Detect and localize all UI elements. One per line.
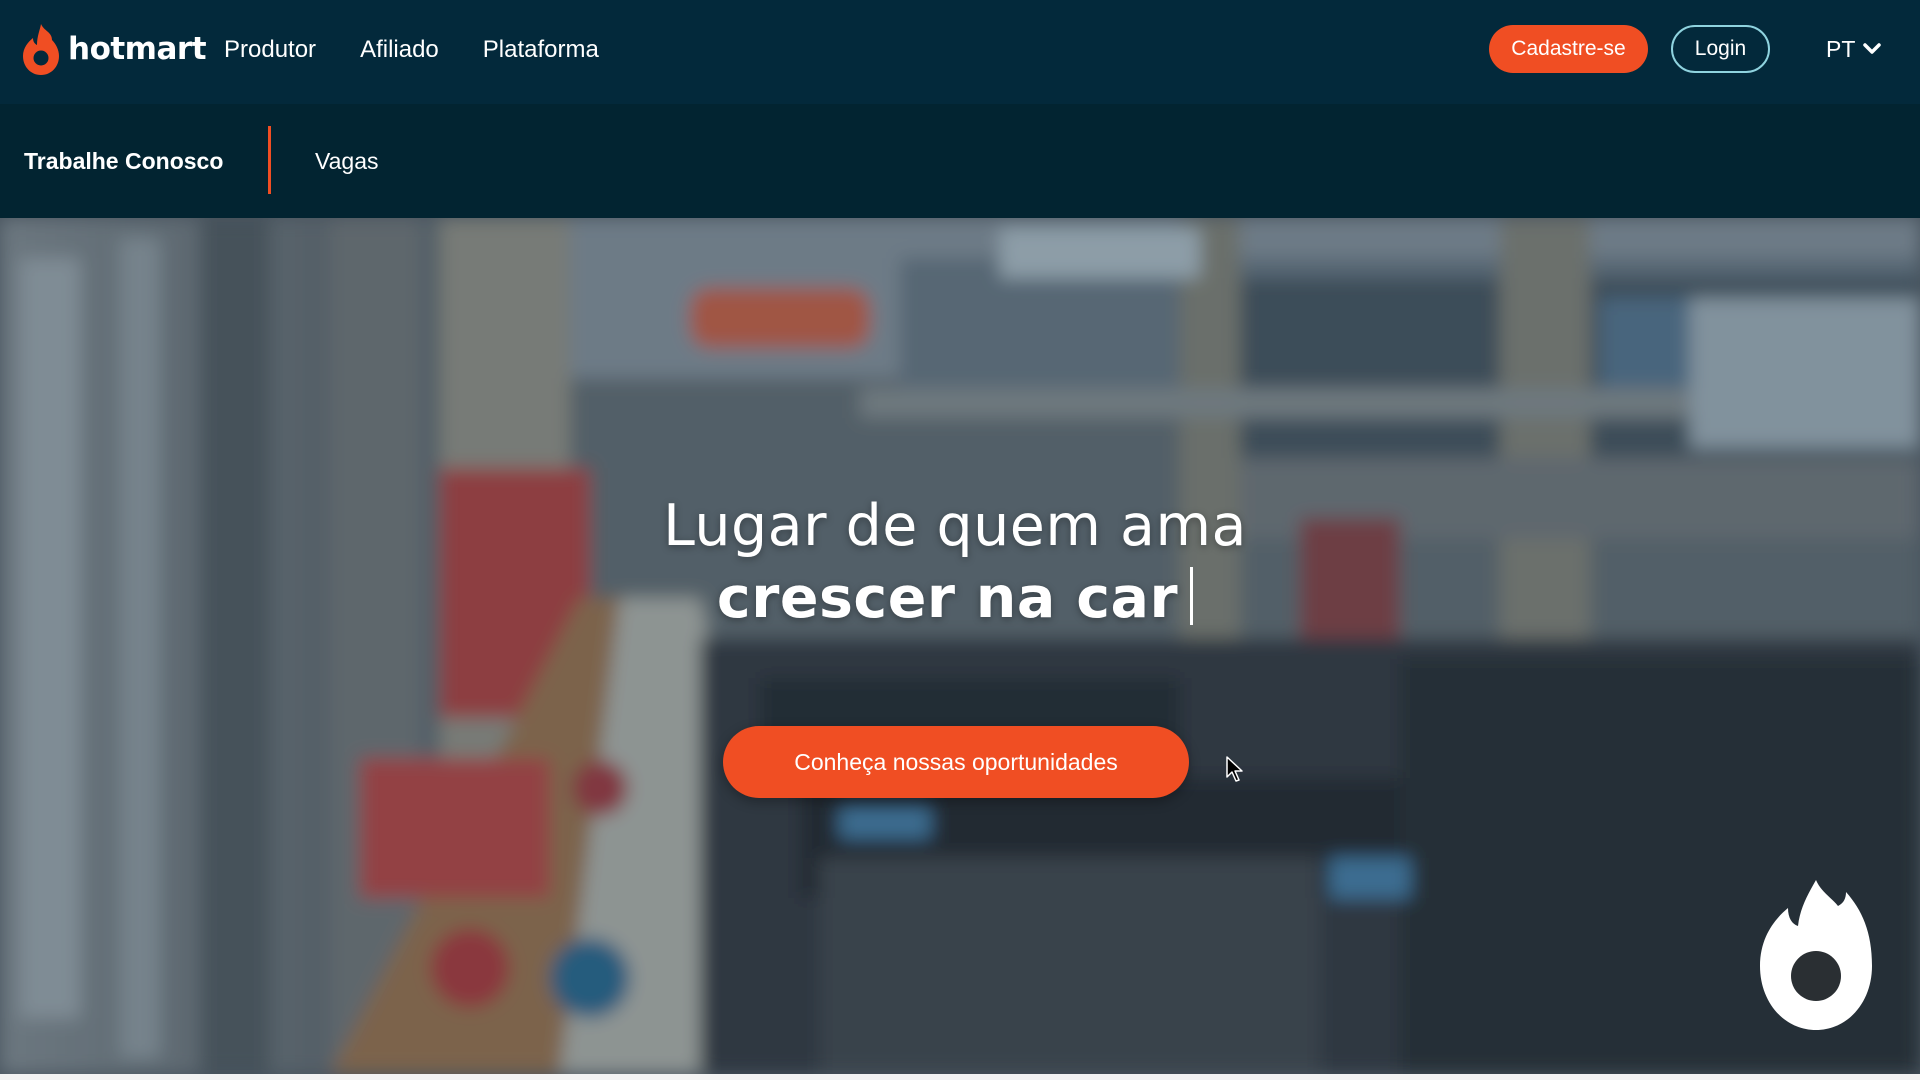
language-label: PT bbox=[1826, 35, 1856, 62]
nav-item-afiliado[interactable]: Afiliado bbox=[360, 36, 439, 64]
hero-overlay bbox=[0, 218, 1920, 1074]
chevron-down-icon bbox=[1863, 43, 1882, 54]
main-nav: Produtor Afiliado Plataforma bbox=[224, 0, 643, 100]
page-bottom-edge bbox=[0, 1074, 1920, 1080]
headline-line-1: Lugar de quem ama bbox=[663, 493, 1247, 559]
hero-headline: Lugar de quem ama crescer na car bbox=[0, 490, 1910, 634]
careers-title[interactable]: Trabalhe Conosco bbox=[24, 104, 223, 218]
nav-item-plataforma[interactable]: Plataforma bbox=[483, 36, 599, 64]
signup-button[interactable]: Cadastre-se bbox=[1489, 25, 1648, 73]
hotmart-flame-icon bbox=[23, 24, 59, 75]
hero-section: Lugar de quem ama crescer na car Conheça… bbox=[0, 218, 1920, 1074]
nav-item-produtor[interactable]: Produtor bbox=[224, 36, 316, 64]
subnav-item-vagas[interactable]: Vagas bbox=[315, 104, 379, 218]
careers-subnav: Trabalhe Conosco Vagas bbox=[0, 104, 1920, 218]
typing-caret bbox=[1190, 567, 1194, 625]
subnav-divider bbox=[268, 126, 271, 194]
headline-line-2: crescer na car bbox=[0, 562, 1910, 634]
language-selector[interactable]: PT bbox=[1826, 25, 1882, 73]
logo-wordmark: hotmart bbox=[68, 31, 207, 67]
mouse-cursor-icon bbox=[1226, 756, 1243, 782]
top-nav: hotmart Produtor Afiliado Plataforma Cad… bbox=[0, 0, 1920, 104]
typing-text: crescer na car bbox=[716, 565, 1179, 631]
login-button[interactable]: Login bbox=[1671, 25, 1770, 73]
opportunities-cta-button[interactable]: Conheça nossas oportunidades bbox=[723, 726, 1189, 798]
hotmart-flame-badge-icon[interactable] bbox=[1758, 878, 1874, 1034]
hotmart-logo[interactable]: hotmart bbox=[22, 14, 207, 84]
